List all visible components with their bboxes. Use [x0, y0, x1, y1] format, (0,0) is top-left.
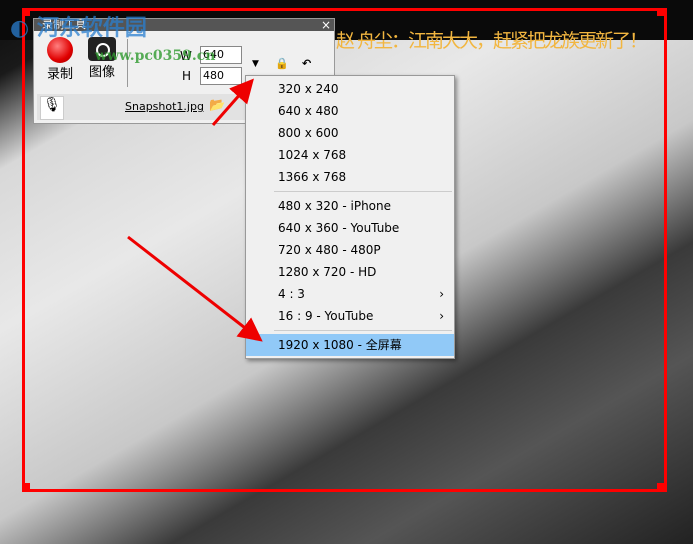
annotation-arrows [127, 78, 263, 342]
danmaku-text: 赵 舟尘：江南大大，赶紧把龙族更新了！ [336, 30, 648, 52]
arrow-to-fullscreen [127, 235, 263, 342]
arrow-to-dropdown [211, 78, 254, 126]
